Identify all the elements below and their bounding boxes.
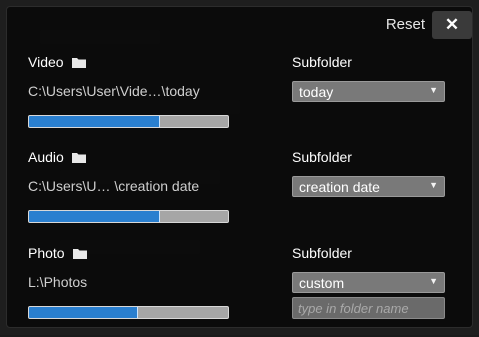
import-folders-dialog: Reset ✕ Video C:\Users\User\Vide…\today … <box>6 6 473 328</box>
close-icon: ✕ <box>444 15 460 34</box>
photo-subfolder-label: Subfolder <box>292 245 352 261</box>
video-label: Video <box>28 54 64 70</box>
folder-icon[interactable] <box>72 248 87 259</box>
video-progress-fill <box>29 116 161 127</box>
folder-icon[interactable] <box>71 152 86 163</box>
photo-subfolder-value: custom <box>299 275 345 291</box>
custom-folder-name-input[interactable] <box>292 297 445 319</box>
audio-progress-bar <box>28 210 229 223</box>
audio-label: Audio <box>28 149 64 165</box>
photo-label-group: Photo <box>28 245 87 261</box>
video-folder-path: C:\Users\User\Vide…\today <box>28 83 200 99</box>
audio-subfolder-value: creation date <box>299 179 380 195</box>
chevron-down-icon: ▼ <box>429 276 438 286</box>
video-label-group: Video <box>28 54 86 70</box>
video-subfolder-label: Subfolder <box>292 54 352 70</box>
video-subfolder-select[interactable]: today ▼ <box>292 81 445 102</box>
reset-button[interactable]: Reset <box>386 16 425 33</box>
photo-progress-bar <box>28 306 229 319</box>
chevron-down-icon: ▼ <box>429 85 438 95</box>
folder-icon[interactable] <box>71 57 86 68</box>
chevron-down-icon: ▼ <box>429 180 438 190</box>
audio-progress-fill <box>29 211 161 222</box>
photo-progress-fill <box>29 307 139 318</box>
photo-section: Photo L:\Photos Subfolder custom ▼ <box>7 245 472 337</box>
video-progress-bar <box>28 115 229 128</box>
audio-subfolder-select[interactable]: creation date ▼ <box>292 176 445 197</box>
close-button[interactable]: ✕ <box>432 11 472 39</box>
video-section: Video C:\Users\User\Vide…\today Subfolde… <box>7 54 472 146</box>
audio-label-group: Audio <box>28 149 86 165</box>
audio-subfolder-label: Subfolder <box>292 149 352 165</box>
photo-folder-path: L:\Photos <box>28 274 88 290</box>
photo-subfolder-select[interactable]: custom ▼ <box>292 272 445 293</box>
video-subfolder-value: today <box>299 84 334 100</box>
audio-folder-path: C:\Users\U… \creation date <box>28 178 200 194</box>
audio-section: Audio C:\Users\U… \creation date Subfold… <box>7 149 472 241</box>
photo-label: Photo <box>28 245 65 261</box>
